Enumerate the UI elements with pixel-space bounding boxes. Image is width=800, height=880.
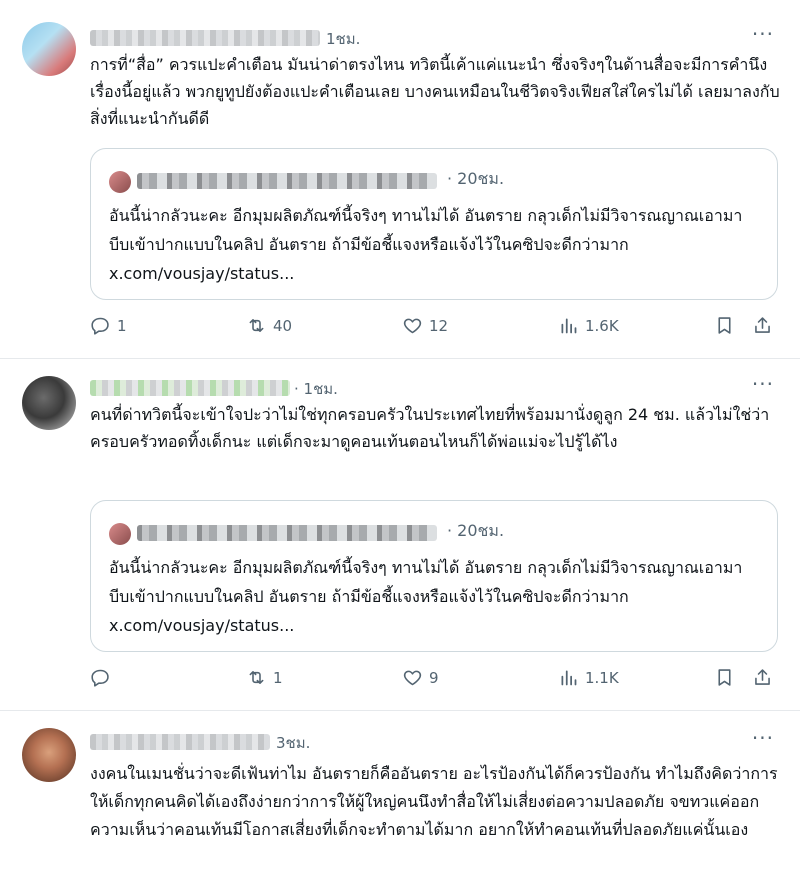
timestamp[interactable]: 1ชม.	[326, 27, 360, 51]
share-icon	[755, 317, 770, 333]
reply-icon	[91, 669, 109, 687]
bookmark-icon	[718, 317, 731, 334]
heart-icon	[403, 670, 422, 686]
bookmark-button[interactable]	[714, 315, 735, 336]
avatar[interactable]	[22, 22, 76, 76]
quoted-timestamp: · 20ชม.	[447, 169, 505, 188]
author-name-blurred[interactable]	[90, 734, 270, 750]
author-name-blurred[interactable]	[90, 30, 320, 46]
like-count: 9	[429, 668, 439, 687]
quoted-text: อันนี้น่ากลัวนะคะ อีกมุมผลิตภัณฑ์นี้จริง…	[109, 558, 743, 635]
repost-count: 1	[273, 668, 283, 687]
more-options-icon[interactable]: ···	[752, 22, 774, 46]
repost-icon	[249, 319, 264, 332]
like-count: 12	[429, 316, 449, 335]
quoted-avatar	[109, 523, 131, 545]
quoted-text: อันนี้น่ากลัวนะคะ อีกมุมผลิตภัณฑ์นี้จริง…	[109, 206, 743, 283]
reply-button[interactable]: 1	[90, 315, 127, 336]
reply-icon	[91, 317, 109, 335]
tweet-text: การที่“สื่อ” ควรแปะคำเตือน มันน่าด่าตรงไ…	[90, 55, 780, 128]
repost-icon	[249, 671, 264, 684]
views-button[interactable]: 1.6K	[558, 315, 619, 336]
tweet-2[interactable]: · 1ชม. ··· คนที่ด่าทวิตนี้จะเข้าใจปะว่าไ…	[0, 358, 800, 711]
timestamp[interactable]: · 1ชม.	[294, 377, 338, 401]
tweet-3[interactable]: 3ชม. ··· งงคนในเมนชั่นว่าจะดีเฟ้นท่าไม อ…	[0, 710, 800, 880]
repost-button[interactable]: 1	[246, 667, 283, 688]
heart-icon	[403, 318, 422, 334]
quoted-avatar	[109, 171, 131, 193]
like-button[interactable]: 12	[402, 315, 448, 336]
avatar[interactable]	[22, 728, 76, 782]
quoted-timestamp: · 20ชม.	[447, 521, 505, 540]
more-options-icon[interactable]: ···	[752, 726, 774, 750]
tweet-text: งงคนในเมนชั่นว่าจะดีเฟ้นท่าไม อันตรายก็ค…	[90, 764, 778, 839]
author-name-blurred[interactable]	[90, 380, 290, 396]
tweet-actions: 1 40 12 1.6K	[90, 315, 790, 345]
bookmark-button[interactable]	[714, 667, 735, 688]
tweet-text: คนที่ด่าทวิตนี้จะเข้าใจปะว่าไม่ใช่ทุกครอ…	[90, 405, 770, 451]
views-icon	[561, 318, 577, 334]
tweet-actions: 1 9 1.1K	[90, 667, 790, 697]
quoted-tweet[interactable]: · 20ชม. อันนี้น่ากลัวนะคะ อีกมุมผลิตภัณฑ…	[90, 500, 778, 652]
share-button[interactable]	[752, 315, 773, 336]
quoted-author-blurred	[137, 173, 437, 189]
views-button[interactable]: 1.1K	[558, 667, 619, 688]
quoted-author-blurred	[137, 525, 437, 541]
bookmark-icon	[718, 669, 731, 686]
timestamp[interactable]: 3ชม.	[276, 731, 310, 755]
view-count: 1.1K	[585, 668, 619, 687]
repost-count: 40	[273, 316, 293, 335]
like-button[interactable]: 9	[402, 667, 439, 688]
quoted-tweet[interactable]: · 20ชม. อันนี้น่ากลัวนะคะ อีกมุมผลิตภัณฑ…	[90, 148, 778, 300]
tweet-1[interactable]: 1ชม. ··· การที่“สื่อ” ควรแปะคำเตือน มันน…	[0, 0, 800, 359]
repost-button[interactable]: 40	[246, 315, 292, 336]
share-icon	[755, 669, 770, 685]
reply-count: 1	[117, 316, 127, 335]
view-count: 1.6K	[585, 316, 619, 335]
more-options-icon[interactable]: ···	[752, 372, 774, 396]
views-icon	[561, 670, 577, 686]
share-button[interactable]	[752, 667, 773, 688]
reply-button[interactable]	[90, 667, 117, 688]
avatar[interactable]	[22, 376, 76, 430]
